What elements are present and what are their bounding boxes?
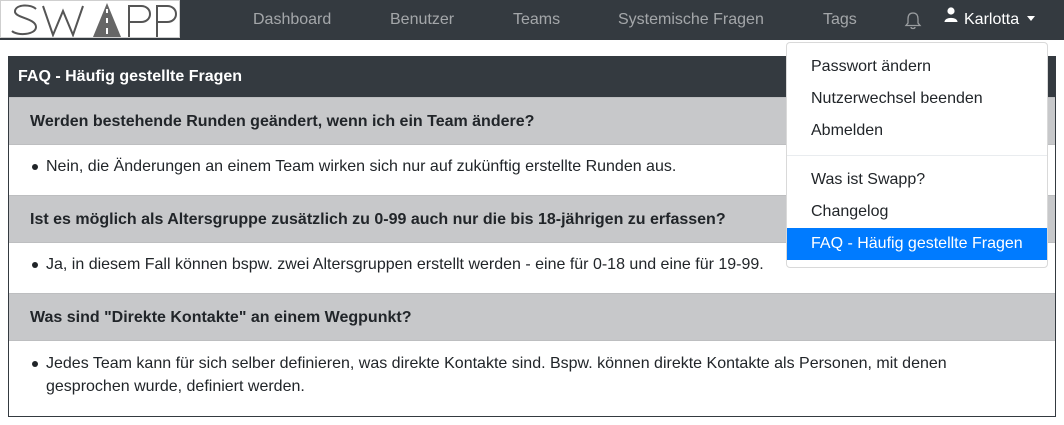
nav-benutzer[interactable]: Benutzer bbox=[390, 0, 454, 40]
nav-systemische-fragen[interactable]: Systemische Fragen bbox=[618, 0, 764, 40]
nav-tags[interactable]: Tags bbox=[823, 0, 857, 40]
nav-dashboard[interactable]: Dashboard bbox=[253, 0, 331, 40]
menu-item-nutzerwechsel-beenden[interactable]: Nutzerwechsel beenden bbox=[787, 83, 1047, 115]
menu-item-passwort-aendern[interactable]: Passwort ändern bbox=[787, 51, 1047, 83]
user-name: Karlotta bbox=[964, 11, 1020, 29]
user-icon bbox=[944, 0, 958, 38]
user-dropdown-menu: Passwort ändern Nutzerwechsel beenden Ab… bbox=[786, 42, 1048, 268]
faq-question: Was sind "Direkte Kontakte" an einem Weg… bbox=[9, 293, 1055, 341]
bell-icon[interactable] bbox=[904, 11, 922, 30]
menu-item-abmelden[interactable]: Abmelden bbox=[787, 115, 1047, 147]
menu-divider bbox=[787, 155, 1047, 156]
faq-answer-text: Jedes Team kann für sich selber definier… bbox=[32, 352, 1015, 398]
menu-item-faq[interactable]: FAQ - Häufig gestellte Fragen bbox=[787, 228, 1047, 260]
nav-teams[interactable]: Teams bbox=[513, 0, 560, 40]
faq-answer: Jedes Team kann für sich selber definier… bbox=[9, 341, 1055, 408]
user-menu-toggle[interactable]: Karlotta bbox=[944, 0, 1036, 40]
menu-item-changelog[interactable]: Changelog bbox=[787, 196, 1047, 228]
top-navbar: Dashboard Benutzer Teams Systemische Fra… bbox=[0, 0, 1064, 40]
caret-down-icon bbox=[1027, 15, 1036, 21]
swapp-logo-graphic bbox=[11, 3, 177, 37]
swapp-logo[interactable] bbox=[0, 0, 180, 38]
menu-item-was-ist-swapp[interactable]: Was ist Swapp? bbox=[787, 164, 1047, 196]
